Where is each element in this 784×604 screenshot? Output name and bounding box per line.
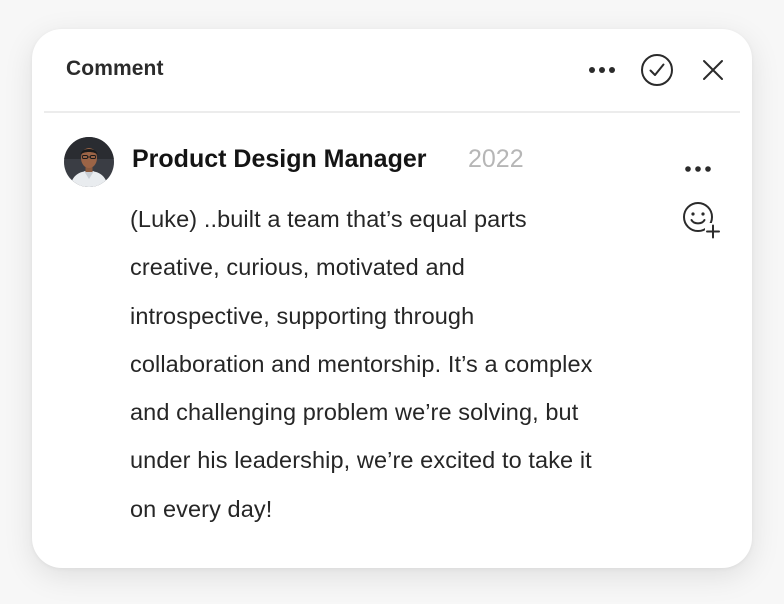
comment-year: 2022 (468, 145, 524, 173)
close-icon (703, 60, 723, 80)
comment-line: collaboration and mentorship. It’s a com… (130, 350, 593, 377)
close-button[interactable] (693, 50, 733, 90)
comment-line: creative, curious, motivated and (130, 254, 465, 281)
check-circle-icon (641, 54, 673, 86)
more-horizontal-icon (685, 166, 711, 172)
page: Comment Product Design Manager 2022 (Luk… (0, 0, 784, 604)
header-title: Comment (66, 57, 164, 80)
avatar-photo (64, 137, 114, 187)
comment-line: under his leadership, we’re excited to t… (130, 447, 592, 474)
comment-more-button[interactable] (678, 153, 718, 185)
avatar (64, 137, 114, 187)
comment-header: Comment (32, 29, 752, 111)
comment-author: Product Design Manager (132, 145, 427, 173)
comment-line: and challenging problem we’re solving, b… (130, 399, 579, 426)
comment-body: (Luke) ..built a team that’s equal parts… (130, 195, 690, 533)
comment-line: (Luke) ..built a team that’s equal parts (130, 206, 527, 232)
header-more-button[interactable] (582, 50, 622, 90)
more-horizontal-icon (589, 67, 615, 73)
comment-line: introspective, supporting through (130, 302, 475, 329)
header-divider (44, 111, 740, 113)
comment-line: on every day! (130, 495, 273, 522)
resolve-button[interactable] (637, 50, 677, 90)
comment-card: Comment Product Design Manager 2022 (Luk… (32, 29, 752, 568)
